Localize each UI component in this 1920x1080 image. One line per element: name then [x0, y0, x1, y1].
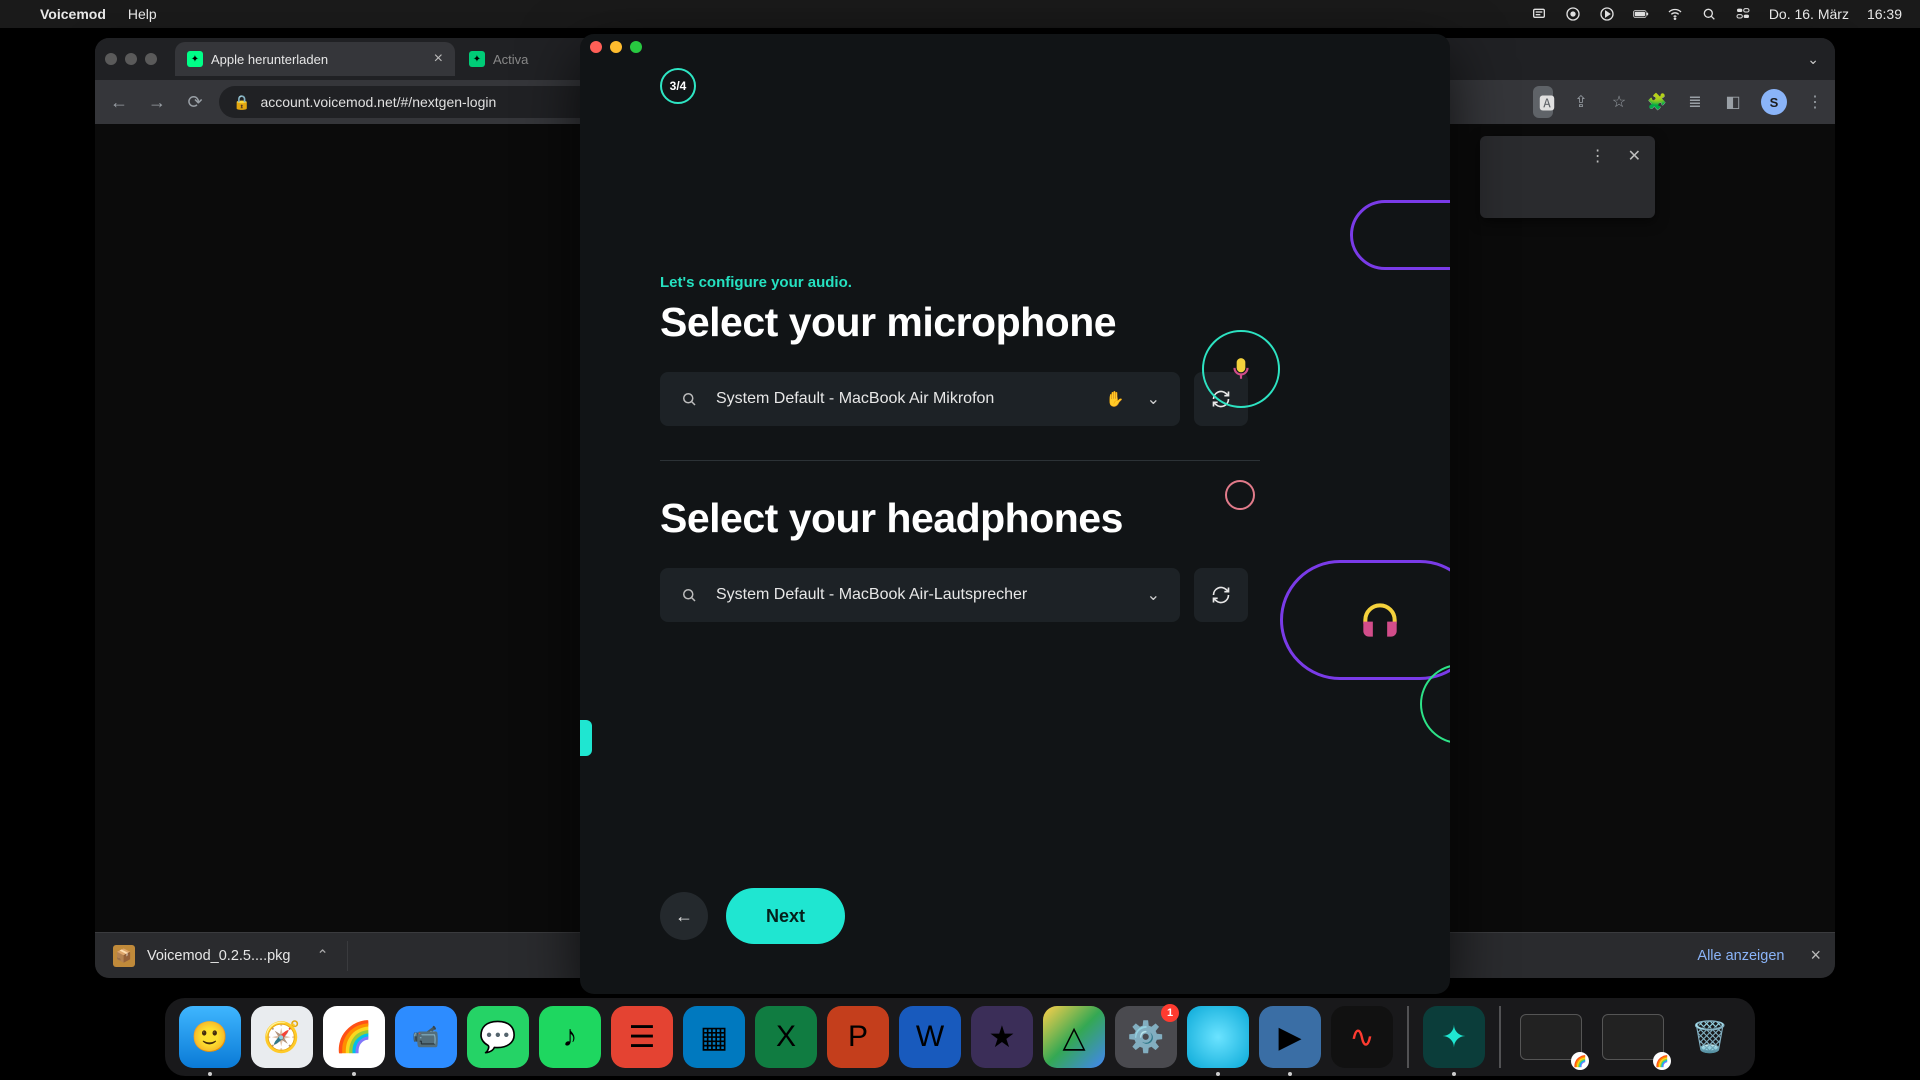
microphone-selected-value: System Default - MacBook Air Mikrofon [716, 390, 1088, 408]
control-center-icon[interactable] [1735, 6, 1751, 22]
dock-voicememos-icon[interactable]: ∿ [1331, 1006, 1393, 1068]
extensions-icon[interactable]: 🧩 [1647, 92, 1667, 112]
back-button[interactable]: ← [660, 892, 708, 940]
dock-safari-icon[interactable]: 🧭 [251, 1006, 313, 1068]
download-expand-icon[interactable]: ⌃ [317, 948, 329, 964]
dock-word-icon[interactable]: W [899, 1006, 961, 1068]
dock-spotify-icon[interactable]: ♪ [539, 1006, 601, 1068]
download-show-all[interactable]: Alle anzeigen [1697, 948, 1784, 964]
dock-app-blue-icon[interactable] [1187, 1006, 1249, 1068]
section-divider [660, 460, 1260, 461]
headphones-select[interactable]: System Default - MacBook Air-Lautspreche… [660, 568, 1180, 622]
headphones-icon [1280, 560, 1450, 680]
dock-excel-icon[interactable]: X [755, 1006, 817, 1068]
settings-badge: 1 [1161, 1004, 1179, 1022]
voicemod-traffic-lights[interactable] [580, 34, 1450, 60]
tab-title: Apple herunterladen [211, 52, 328, 67]
chrome-menu-icon[interactable]: ⋮ [1805, 92, 1825, 112]
chevron-down-icon: ⌄ [1147, 585, 1160, 605]
reading-list-icon[interactable]: ≣ [1685, 92, 1705, 112]
menubar-app-name[interactable]: Voicemod [40, 6, 106, 22]
dock-finder-icon[interactable]: 🙂 [179, 1006, 241, 1068]
download-filename: Voicemod_0.2.5....pkg [147, 948, 291, 964]
dock-whatsapp-icon[interactable]: 💬 [467, 1006, 529, 1068]
chrome-tab-active[interactable]: ✦ Apple herunterladen × [175, 42, 455, 76]
step-indicator: 3/4 [660, 68, 696, 104]
tab-title: Activa [493, 52, 528, 67]
share-icon[interactable]: ⇪ [1571, 92, 1591, 112]
tab-favicon-icon: ✦ [469, 51, 485, 67]
dock-zoom-icon[interactable]: 📹 [395, 1006, 457, 1068]
cursor-icon: ✋ [1106, 390, 1125, 408]
chrome-favicon-icon: 🌈 [1571, 1052, 1589, 1070]
microphone-select[interactable]: System Default - MacBook Air Mikrofon ✋ … [660, 372, 1180, 426]
download-shelf-close-icon[interactable]: × [1810, 945, 1821, 966]
wifi-icon[interactable] [1667, 6, 1683, 22]
spotlight-icon[interactable] [1701, 6, 1717, 22]
dock-minimized-window-1[interactable]: 🌈 [1515, 1006, 1587, 1068]
tab-favicon-icon: ✦ [187, 51, 203, 67]
decoration-pink-ring [1225, 480, 1255, 510]
menubar-help[interactable]: Help [128, 6, 157, 22]
tab-close-icon[interactable]: × [434, 50, 443, 68]
dock-minimized-window-2[interactable]: 🌈 [1597, 1006, 1669, 1068]
configure-audio-subheading: Let's configure your audio. [660, 274, 1410, 291]
sidepanel-icon[interactable]: ◧ [1723, 92, 1743, 112]
headphones-refresh-button[interactable] [1194, 568, 1248, 622]
chevron-down-icon: ⌄ [1147, 389, 1160, 409]
search-icon [680, 390, 698, 408]
dock-trello-icon[interactable]: ▦ [683, 1006, 745, 1068]
download-item[interactable]: 📦 Voicemod_0.2.5....pkg ⌃ [109, 941, 348, 971]
chrome-tab-inactive[interactable]: ✦ Activa [457, 42, 577, 76]
dock-chrome-icon[interactable]: 🌈 [323, 1006, 385, 1068]
dock-quicktime-icon[interactable]: ▶ [1259, 1006, 1321, 1068]
voicemod-window: 3/4 Let's configure your audio. Select y… [580, 34, 1450, 994]
omnibox-url: account.voicemod.net/#/nextgen-login [260, 94, 496, 110]
dock-voicemod-icon[interactable]: ✦ [1423, 1006, 1485, 1068]
nav-reload-icon[interactable]: ⟳ [181, 92, 209, 113]
menu-extra-record-icon[interactable] [1565, 6, 1581, 22]
microphone-heading: Select your microphone [660, 299, 1410, 346]
chrome-traffic-lights[interactable] [105, 53, 157, 65]
decoration-purple-blob [1350, 200, 1450, 270]
lock-icon: 🔒 [233, 94, 250, 111]
headphones-heading: Select your headphones [660, 495, 1410, 542]
dock-trash-icon[interactable]: 🗑️ [1679, 1006, 1741, 1068]
dock-todoist-icon[interactable]: ☰ [611, 1006, 673, 1068]
download-file-icon: 📦 [113, 945, 135, 967]
dock-googledrive-icon[interactable]: △ [1043, 1006, 1105, 1068]
bookmark-star-icon[interactable]: ☆ [1609, 92, 1629, 112]
search-icon [680, 586, 698, 604]
battery-icon[interactable] [1633, 6, 1649, 22]
chrome-mini-popup: ⋮ ✕ [1480, 136, 1655, 218]
tabstrip-dropdown-icon[interactable]: ⌄ [1807, 51, 1819, 68]
menubar-time[interactable]: 16:39 [1867, 6, 1902, 22]
macos-dock: 🙂 🧭 🌈 📹 💬 ♪ ☰ ▦ X P W ★ △ ⚙️1 ▶ ∿ ✦ 🌈 🌈 … [165, 998, 1755, 1076]
headphones-selected-value: System Default - MacBook Air-Lautspreche… [716, 586, 1129, 604]
translate-icon[interactable]: 🅰 [1533, 86, 1553, 118]
macos-menubar: Voicemod Help Do. 16. März 16:39 [0, 0, 1920, 28]
dock-separator [1407, 1006, 1409, 1068]
dock-separator [1499, 1006, 1501, 1068]
dock-systemsettings-icon[interactable]: ⚙️1 [1115, 1006, 1177, 1068]
decoration-teal-square [580, 720, 592, 756]
nav-forward-icon[interactable]: → [143, 92, 171, 113]
dock-powerpoint-icon[interactable]: P [827, 1006, 889, 1068]
dock-imovie-icon[interactable]: ★ [971, 1006, 1033, 1068]
next-button[interactable]: Next [726, 888, 845, 944]
menubar-date[interactable]: Do. 16. März [1769, 6, 1849, 22]
popup-close-icon[interactable]: ✕ [1628, 146, 1641, 166]
chrome-favicon-icon: 🌈 [1653, 1052, 1671, 1070]
profile-avatar[interactable]: S [1761, 89, 1787, 115]
nav-back-icon[interactable]: ← [105, 92, 133, 113]
menu-extra-teleprompter-icon[interactable] [1531, 6, 1547, 22]
menu-extra-play-icon[interactable] [1599, 6, 1615, 22]
popup-menu-icon[interactable]: ⋮ [1590, 146, 1606, 166]
microphone-icon [1202, 330, 1280, 408]
